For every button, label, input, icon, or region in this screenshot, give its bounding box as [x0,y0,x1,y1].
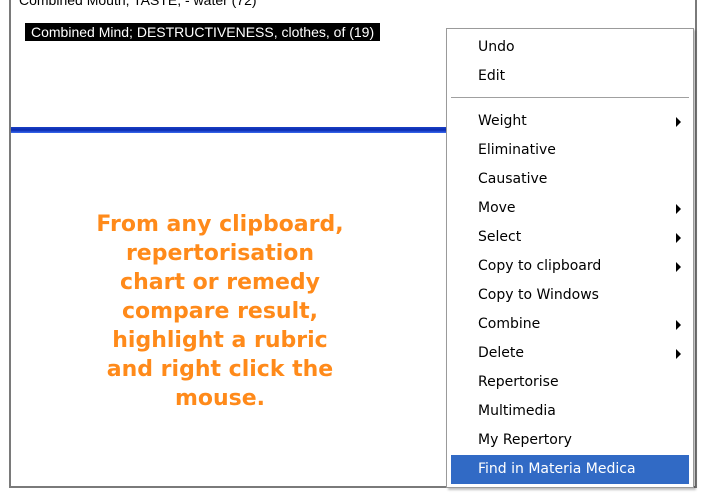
instruction-line: and right click the [106,357,334,382]
menu-item-label: Copy to Windows [478,287,599,303]
menu-item-delete[interactable]: Delete [451,339,689,368]
rubric-row-selected[interactable]: Combined Mind; DESTRUCTIVENESS, clothes,… [25,23,381,41]
menu-item-move[interactable]: Move [451,194,689,223]
menu-item-copy-to-windows[interactable]: Copy to Windows [451,281,689,310]
rubric-row[interactable]: Combined Mouth; TASTE, - water (72) [19,0,257,9]
menu-item-label: Move [478,200,516,216]
menu-item-label: Repertorise [478,374,559,390]
submenu-arrow-icon [676,117,681,127]
instruction-line: mouse. [174,386,266,411]
submenu-arrow-icon [676,349,681,359]
menu-item-label: Weight [478,113,527,129]
context-menu: Undo Edit Weight Eliminative Causative M… [446,28,694,488]
menu-item-combine[interactable]: Combine [451,310,689,339]
menu-item-weight[interactable]: Weight [451,107,689,136]
menu-item-label: Undo [478,39,515,55]
instruction-line: From any clipboard, [96,212,344,237]
instruction-line: repertorisation [125,241,315,266]
menu-item-multimedia[interactable]: Multimedia [451,397,689,426]
menu-item-undo[interactable]: Undo [451,33,689,62]
menu-item-label: Multimedia [478,403,556,419]
menu-item-label: Find in Materia Medica [478,461,636,477]
menu-item-edit[interactable]: Edit [451,62,689,91]
menu-item-my-repertory[interactable]: My Repertory [451,426,689,455]
menu-item-label: Delete [478,345,524,361]
menu-item-label: Select [478,229,522,245]
menu-item-label: Copy to clipboard [478,258,602,274]
menu-item-select[interactable]: Select [451,223,689,252]
menu-item-label: Causative [478,171,548,187]
menu-separator [451,97,689,99]
splitter-bar[interactable] [11,127,451,133]
instruction-text: From any clipboard, repertorisation char… [60,210,380,413]
menu-item-find-in-materia-medica[interactable]: Find in Materia Medica [451,455,689,484]
menu-item-copy-to-clipboard[interactable]: Copy to clipboard [451,252,689,281]
submenu-arrow-icon [676,204,681,214]
menu-item-repertorise[interactable]: Repertorise [451,368,689,397]
menu-item-label: Eliminative [478,142,556,158]
instruction-line: highlight a rubric [112,328,328,353]
instruction-line: compare result, [121,299,319,324]
menu-item-label: My Repertory [478,432,572,448]
menu-item-eliminative[interactable]: Eliminative [451,136,689,165]
menu-item-label: Edit [478,68,506,84]
submenu-arrow-icon [676,320,681,330]
submenu-arrow-icon [676,233,681,243]
menu-item-causative[interactable]: Causative [451,165,689,194]
submenu-arrow-icon [676,262,681,272]
menu-item-label: Combine [478,316,541,332]
instruction-line: chart or remedy [120,270,320,295]
